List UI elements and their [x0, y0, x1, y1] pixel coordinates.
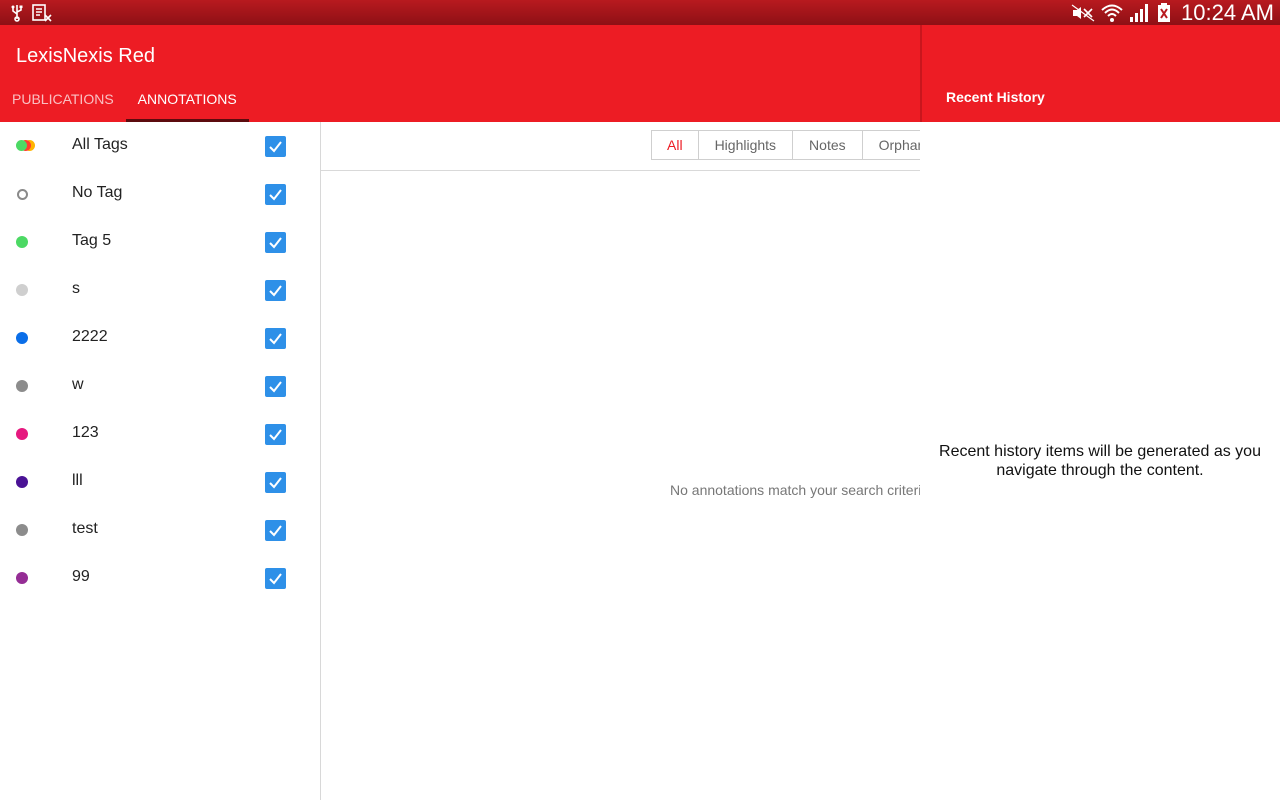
tag-color-dot — [16, 476, 28, 488]
tag-row-s[interactable]: s — [0, 266, 320, 314]
filter-highlights-button[interactable]: Highlights — [699, 131, 794, 159]
tag-checkbox[interactable] — [265, 424, 286, 445]
tag-filter-panel: All Tags No Tag Tag 5 s 2222 w 123 lll t… — [0, 122, 321, 800]
filter-orphans-button[interactable]: Orphans — [863, 131, 920, 159]
usb-icon — [10, 4, 24, 22]
mute-icon — [1071, 4, 1095, 22]
tag-color-dot — [16, 428, 28, 440]
tag-label: 123 — [72, 424, 99, 441]
tab-annotations[interactable]: ANNOTATIONS — [125, 82, 249, 122]
annotation-type-filter: All Highlights Notes Orphans — [651, 130, 920, 160]
recent-history-title: Recent History — [946, 89, 1045, 105]
tag-label: s — [72, 280, 80, 297]
tag-row-no-tag[interactable]: No Tag — [0, 170, 320, 218]
tag-row-123[interactable]: 123 — [0, 410, 320, 458]
wifi-icon — [1101, 3, 1123, 23]
tab-bar: PUBLICATIONS ANNOTATIONS — [0, 82, 249, 122]
tag-color-dot — [16, 284, 28, 296]
tag-row-test[interactable]: test — [0, 506, 320, 554]
tag-label: w — [72, 376, 84, 393]
filter-notes-button[interactable]: Notes — [793, 131, 863, 159]
pane-divider — [920, 25, 922, 122]
battery-icon — [1157, 2, 1171, 23]
tag-checkbox[interactable] — [265, 328, 286, 349]
tag-label: Tag 5 — [72, 232, 112, 249]
filter-all-button[interactable]: All — [652, 131, 699, 159]
tag-checkbox[interactable] — [265, 136, 286, 157]
tag-color-dot — [16, 332, 28, 344]
tag-label: No Tag — [72, 184, 123, 201]
status-bar: 10:24 AM — [0, 0, 1280, 25]
tag-checkbox[interactable] — [265, 568, 286, 589]
tab-publications[interactable]: PUBLICATIONS — [0, 82, 126, 122]
tag-row-99[interactable]: 99 — [0, 554, 320, 602]
annotation-filter-bar: All Highlights Notes Orphans — [321, 122, 920, 171]
tag-checkbox[interactable] — [265, 232, 286, 253]
recent-history-empty-message: Recent history items will be generated a… — [939, 443, 1261, 479]
tag-color-dot — [16, 572, 28, 584]
recent-history-pane: Recent history items will be generated a… — [920, 122, 1280, 800]
document-x-icon — [32, 3, 52, 22]
tag-checkbox[interactable] — [265, 472, 286, 493]
tag-color-dot — [17, 189, 28, 200]
tag-row-tag-5[interactable]: Tag 5 — [0, 218, 320, 266]
tag-checkbox[interactable] — [265, 376, 286, 397]
clock: 10:24 AM — [1181, 0, 1274, 25]
all-tags-dots-icon — [16, 140, 40, 152]
signal-icon — [1129, 3, 1151, 23]
tag-row-all-tags[interactable]: All Tags — [0, 122, 320, 170]
tag-label: test — [72, 520, 98, 537]
tag-color-dot — [16, 380, 28, 392]
tag-row-lll[interactable]: lll — [0, 458, 320, 506]
tag-label: 99 — [72, 568, 90, 585]
tag-row-w[interactable]: w — [0, 362, 320, 410]
tag-color-dot — [16, 236, 28, 248]
app-title: LexisNexis Red — [16, 45, 155, 67]
annotations-pane: All Highlights Notes Orphans No annotati… — [321, 122, 920, 800]
tag-label: 2222 — [72, 328, 108, 345]
tag-label: lll — [72, 472, 83, 489]
tag-color-dot — [16, 524, 28, 536]
tag-checkbox[interactable] — [265, 520, 286, 541]
empty-annotations-message: No annotations match your search criteri… — [670, 482, 920, 498]
tag-checkbox[interactable] — [265, 280, 286, 301]
tag-label: All Tags — [72, 136, 128, 153]
tag-row-2222[interactable]: 2222 — [0, 314, 320, 362]
tag-checkbox[interactable] — [265, 184, 286, 205]
